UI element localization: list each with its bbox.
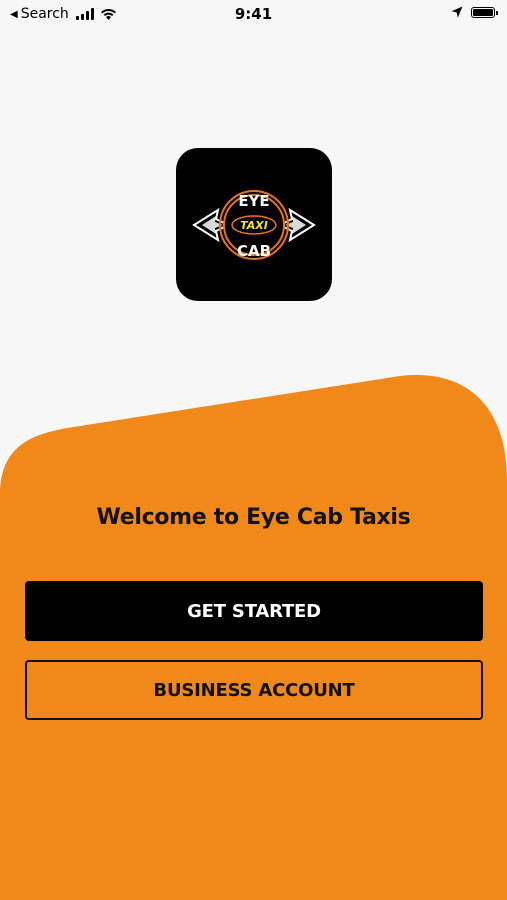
logo-text-eye: EYE [238, 192, 269, 210]
status-time: 9:41 [234, 5, 273, 23]
location-arrow-icon [451, 6, 463, 18]
logo-text-taxi: TAXI [240, 219, 268, 232]
welcome-heading: Welcome to Eye Cab Taxis [96, 505, 411, 530]
get-started-label: GET STARTED [187, 600, 321, 622]
logo-text-cab: CAB [237, 242, 271, 260]
app-logo: EYE CAB TAXI [176, 148, 332, 301]
business-account-button[interactable]: BUSINESS ACCOUNT [25, 660, 483, 720]
get-started-button[interactable]: GET STARTED [25, 581, 483, 641]
status-right [451, 6, 498, 18]
business-account-label: BUSINESS ACCOUNT [153, 679, 355, 701]
status-bar: ◀ Search 9:41 [0, 0, 507, 28]
orange-background-sheet [0, 375, 507, 900]
battery-icon [471, 6, 498, 18]
